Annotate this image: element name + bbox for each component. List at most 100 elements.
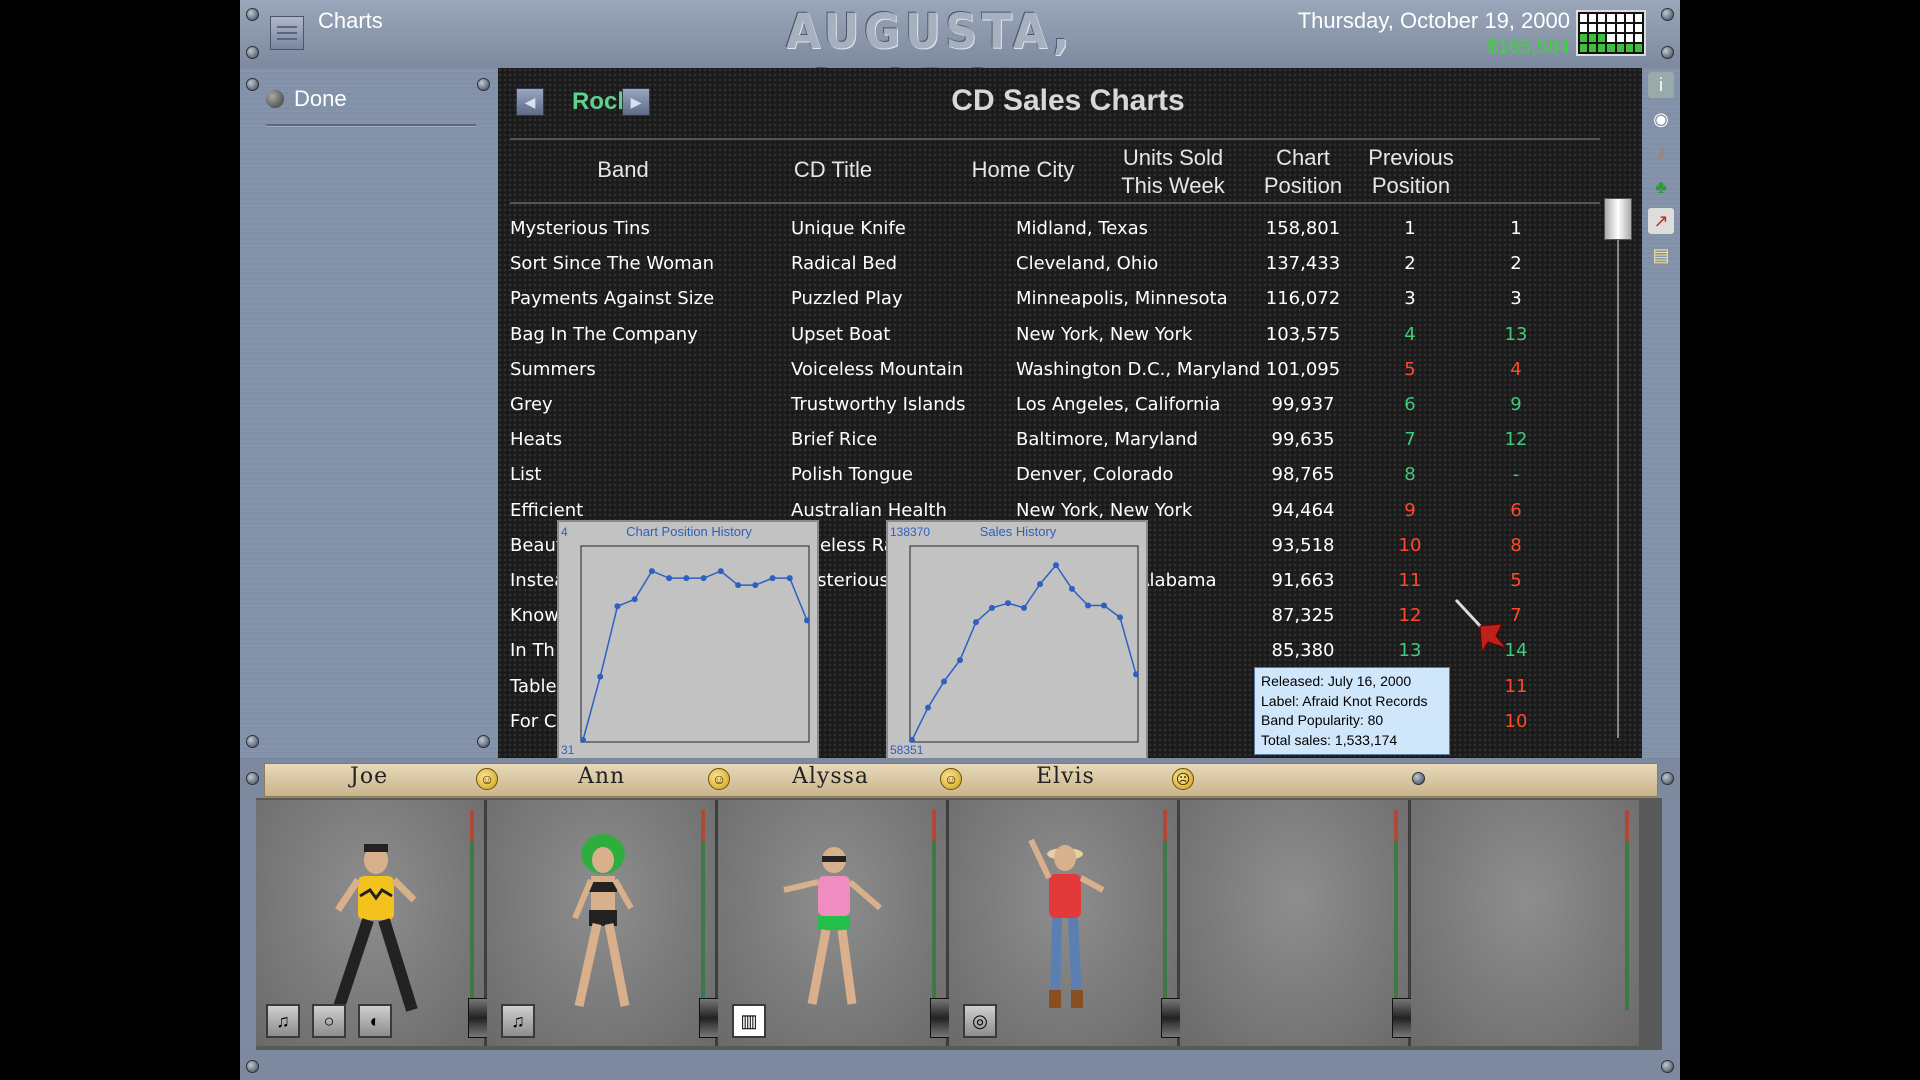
tambourine-icon[interactable]: ○ bbox=[312, 1004, 346, 1038]
screw bbox=[246, 735, 259, 748]
screw bbox=[246, 1060, 259, 1073]
previous-position-cell: 11 bbox=[1504, 675, 1528, 697]
table-row[interactable]: Mysterious Tins Unique Knife Midland, Texa… bbox=[498, 212, 1618, 247]
volume-fader[interactable] bbox=[1161, 998, 1181, 1038]
trend-chart-icon[interactable]: ↗ bbox=[1648, 208, 1674, 234]
volume-fader[interactable] bbox=[1392, 998, 1412, 1038]
scrollbar-thumb[interactable] bbox=[1604, 198, 1632, 240]
cd-icon[interactable]: ◉ bbox=[1648, 106, 1674, 132]
previous-genre-button[interactable]: ◀ bbox=[516, 88, 544, 116]
band-cell: Mysterious Tins bbox=[510, 218, 650, 239]
calendar-icon[interactable] bbox=[1576, 10, 1646, 56]
next-genre-button[interactable]: ▶ bbox=[622, 88, 650, 116]
units-sold-cell: 87,325 bbox=[1271, 605, 1335, 627]
column-header-previous-position[interactable]: Previous Position bbox=[1356, 144, 1466, 200]
band-cell: Grey bbox=[510, 394, 553, 415]
keyboard-icon[interactable]: ▥ bbox=[732, 1004, 766, 1038]
data-point bbox=[631, 596, 638, 603]
chart-position-history-popup: Chart Position History 4 31 bbox=[557, 520, 819, 760]
member-slot-alyssa[interactable]: ▥ bbox=[718, 800, 950, 1046]
member-slot-joe[interactable]: ♫ ○ ◐ bbox=[256, 800, 488, 1046]
empty-member-slot[interactable] bbox=[1180, 800, 1412, 1046]
data-point bbox=[1133, 671, 1139, 678]
table-row[interactable]: Grey Trustworthy Islands Los Angeles, Cali… bbox=[498, 388, 1618, 423]
data-point bbox=[1053, 562, 1059, 569]
table-row[interactable]: Summers Voiceless Mountain Washington D.C.… bbox=[498, 353, 1618, 388]
guitar-icon[interactable]: ♫ bbox=[266, 1004, 300, 1038]
tooltip-popularity: Band Popularity: 80 bbox=[1261, 712, 1384, 728]
volume-fader[interactable] bbox=[699, 998, 719, 1038]
volume-meter bbox=[1625, 810, 1629, 1010]
member-slot-elvis[interactable]: ◎ bbox=[949, 800, 1181, 1046]
empty-member-slot[interactable] bbox=[1411, 800, 1639, 1046]
screw bbox=[1661, 772, 1674, 785]
column-header-units-sold[interactable]: Units Sold This Week bbox=[1103, 144, 1243, 200]
member-name-joe[interactable]: Joe bbox=[350, 764, 388, 789]
units-sold-cell: 91,663 bbox=[1271, 570, 1335, 591]
units-sold-cell: 93,518 bbox=[1271, 534, 1335, 556]
table-row[interactable]: Payments Against Size Puzzled Play Minneap… bbox=[498, 282, 1618, 317]
previous-position-cell: 6 bbox=[1510, 499, 1522, 521]
music-note-icon[interactable]: ♪ bbox=[1648, 140, 1674, 166]
volume-fader[interactable] bbox=[468, 998, 488, 1038]
data-point bbox=[1085, 602, 1091, 609]
info-icon[interactable]: i bbox=[1648, 72, 1674, 98]
screw bbox=[246, 8, 259, 21]
chart-position-cell: 2 bbox=[1404, 253, 1416, 275]
column-header-chart-position[interactable]: Chart Position bbox=[1253, 144, 1353, 200]
data-point bbox=[683, 575, 690, 582]
member-name-elvis[interactable]: Elvis bbox=[1036, 764, 1095, 789]
data-point bbox=[804, 617, 810, 624]
divider bbox=[510, 202, 1600, 204]
chart-position-cell: 11 bbox=[1398, 570, 1422, 591]
cd-title-cell: Trustworthy Islands bbox=[791, 394, 966, 415]
chart-position-cell: 10 bbox=[1398, 534, 1422, 556]
bass-guitar-icon[interactable]: ♫ bbox=[501, 1004, 535, 1038]
drum-icon[interactable]: ◎ bbox=[963, 1004, 997, 1038]
screw bbox=[1412, 772, 1425, 785]
y-min-label: 31 bbox=[561, 743, 575, 757]
money-icon[interactable]: ▤ bbox=[1648, 242, 1674, 268]
table-row[interactable]: Sort Since The Woman Radical Bed Cleveland… bbox=[498, 247, 1618, 282]
column-header-position-line2: Position bbox=[1263, 173, 1343, 198]
chart-position-history: Chart Position History 4 31 bbox=[561, 524, 810, 757]
tooltip-total-sales: Total sales: 1,533,174 bbox=[1261, 731, 1398, 748]
table-row[interactable]: List Polish Tongue Denver, Colorado 98,765 8… bbox=[498, 458, 1618, 493]
scrollbar-track[interactable] bbox=[1617, 208, 1619, 738]
column-header-units-line1: Units Sold bbox=[1122, 145, 1224, 170]
menu-button[interactable] bbox=[270, 16, 304, 50]
series-line bbox=[911, 563, 1137, 741]
screw bbox=[477, 735, 490, 748]
member-name-ann[interactable]: Ann bbox=[578, 764, 625, 789]
done-button[interactable]: Done bbox=[266, 86, 347, 112]
speaker-icon[interactable]: ◐ bbox=[358, 1004, 392, 1038]
chart-position-cell: 5 bbox=[1404, 358, 1416, 380]
column-header-band[interactable]: Band bbox=[558, 156, 688, 184]
previous-position-cell: 13 bbox=[1504, 323, 1528, 345]
previous-position-cell: - bbox=[1512, 464, 1520, 486]
y-max-label: 138370 bbox=[890, 525, 930, 539]
column-header-home-city[interactable]: Home City bbox=[948, 156, 1098, 184]
table-row[interactable]: Heats Brief Rice Baltimore, Maryland 99,635… bbox=[498, 423, 1618, 458]
band-cell: Table bbox=[510, 675, 557, 697]
data-point bbox=[989, 604, 995, 611]
home-city-cell: Cleveland, Ohio bbox=[1016, 253, 1159, 275]
screw bbox=[1661, 8, 1674, 21]
title-bar: Charts AUGUSTA, GEORGIA Thursday, Octobe… bbox=[240, 0, 1680, 116]
member-name-alyssa[interactable]: Alyssa bbox=[792, 764, 869, 789]
data-point bbox=[1021, 604, 1027, 611]
member-slot-ann[interactable]: ♫ bbox=[487, 800, 719, 1046]
trophy-icon[interactable]: ♣ bbox=[1648, 174, 1674, 200]
musician-figure-icon bbox=[1028, 838, 1105, 1008]
band-cell: Bag In The Company bbox=[510, 323, 698, 345]
current-date: Thursday, October 19, 2000 bbox=[1297, 8, 1570, 33]
volume-fader[interactable] bbox=[930, 998, 950, 1038]
chart-position-cell: 1 bbox=[1404, 218, 1416, 239]
screw bbox=[246, 772, 259, 785]
units-sold-cell: 94,464 bbox=[1271, 499, 1335, 521]
data-point bbox=[957, 657, 963, 664]
plot-area bbox=[580, 545, 810, 743]
chart-position-cell: 7 bbox=[1404, 429, 1416, 451]
column-header-cd-title[interactable]: CD Title bbox=[758, 156, 908, 184]
table-row[interactable]: Bag In The Company Upset Boat New York, Ne… bbox=[498, 318, 1618, 353]
